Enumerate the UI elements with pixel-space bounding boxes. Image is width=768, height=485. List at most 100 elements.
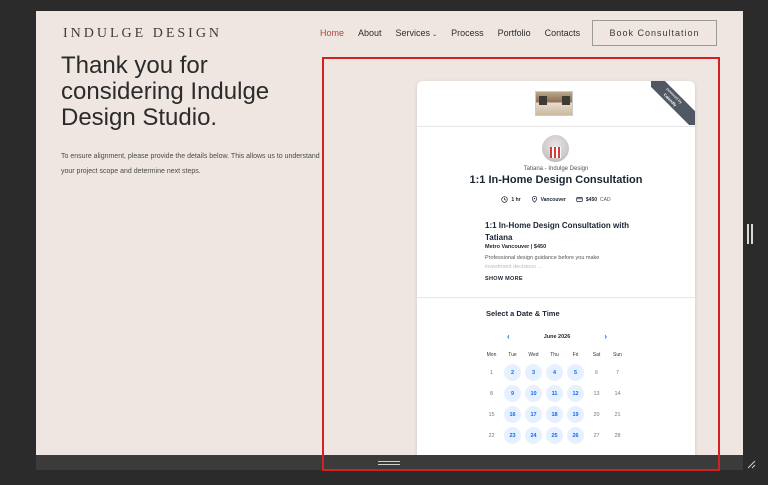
calendar-day-available[interactable]: 12	[565, 383, 586, 404]
calendar-day-available[interactable]: 4	[544, 362, 565, 383]
weekday-label: Wed	[528, 352, 539, 358]
nav-item-services[interactable]: Services ⌄	[396, 28, 438, 38]
hero-description: To ensure alignment, please provide the …	[61, 153, 320, 175]
calendar-day-number: 21	[614, 411, 621, 418]
resize-handle-bottom[interactable]	[378, 461, 400, 465]
calendar-day-available[interactable]: 24	[523, 425, 544, 446]
calendar-day: 13	[586, 383, 607, 404]
calendar-day-number: 20	[593, 411, 600, 418]
calendar-day: 14	[607, 383, 628, 404]
duration-meta: 1 hr	[501, 196, 521, 203]
calendar-day-available[interactable]: 16	[502, 404, 523, 425]
calendar-day: 15	[481, 404, 502, 425]
calendar-day-number: 1	[489, 369, 494, 376]
calendar-day: 20	[586, 404, 607, 425]
calendar-day-available[interactable]: 19	[565, 404, 586, 425]
calendar-day-available[interactable]: 5	[565, 362, 586, 383]
nav-item-portfolio[interactable]: Portfolio	[498, 28, 531, 38]
calendar-day-number: 24	[525, 427, 542, 444]
location-text: Vancouver	[540, 196, 566, 203]
nav-item-contacts[interactable]: Contacts	[545, 28, 581, 38]
site-logo[interactable]: INDULGE DESIGN	[63, 26, 222, 42]
select-date-title: Select a Date & Time	[486, 309, 560, 318]
credit-card-icon	[576, 197, 583, 202]
duration-text: 1 hr	[511, 196, 521, 203]
nav-item-about[interactable]: About	[358, 28, 382, 38]
banner-window-left	[539, 96, 547, 105]
weekday-label: Tue	[508, 352, 517, 358]
calendar-day-available[interactable]: 11	[544, 383, 565, 404]
calendar-day: 7	[607, 362, 628, 383]
avatar	[542, 135, 569, 162]
month-label: June 2026	[543, 333, 571, 340]
calendar-day-available[interactable]: 25	[544, 425, 565, 446]
calendar-day-number: 13	[593, 390, 600, 397]
calendar-day-number: 9	[504, 385, 521, 402]
calendar-day-number: 2	[504, 364, 521, 381]
calendly-booking-widget: powered by Calendly Tatiana - Indulge De…	[417, 81, 695, 455]
calendar-day: 8	[481, 383, 502, 404]
calendar-day-number: 7	[615, 369, 620, 376]
location-meta: Vancouver	[531, 196, 566, 203]
avatar-detail	[550, 147, 561, 158]
calendar-day-available[interactable]: 3	[523, 362, 544, 383]
weekday-header: Mon Tue Wed Thu Fri Sat Sun	[481, 352, 628, 358]
chevron-down-icon: ⌄	[432, 32, 438, 38]
calendar-day-available[interactable]: 9	[502, 383, 523, 404]
nav-item-process[interactable]: Process	[451, 28, 484, 38]
calendly-ribbon: powered by Calendly	[651, 81, 695, 125]
calendar-day-number: 17	[525, 406, 542, 423]
ribbon-line-2: Calendly	[662, 92, 678, 108]
divider	[417, 297, 695, 298]
calendar-day-number: 3	[525, 364, 542, 381]
calendar-day: 1	[481, 362, 502, 383]
weekday-label: Mon	[486, 352, 497, 358]
calendar-day-available[interactable]: 17	[523, 404, 544, 425]
calendar-day-number: 8	[489, 390, 494, 397]
calendar-day: 21	[607, 404, 628, 425]
calendar-day-available[interactable]: 10	[523, 383, 544, 404]
price-meta: $450 CAD	[576, 196, 611, 203]
calendar-day-number: 18	[546, 406, 563, 423]
calendar-day-available[interactable]: 2	[502, 362, 523, 383]
description-subtitle: Metro Vancouver | $450	[485, 244, 547, 250]
chevron-right-icon[interactable]: ›	[604, 332, 607, 341]
description-title: 1:1 In-Home Design Consultation with Tat…	[485, 221, 630, 242]
resize-handle-right[interactable]	[747, 224, 753, 244]
chevron-left-icon[interactable]: ‹	[507, 332, 510, 341]
calendar-day: 27	[586, 425, 607, 446]
description-fade: investment decisions ...	[485, 264, 543, 270]
show-more-link[interactable]: SHOW MORE	[485, 276, 523, 282]
event-meta: 1 hr Vancouver $450 CAD	[417, 196, 695, 203]
month-navigator: ‹ June 2026 ›	[507, 332, 607, 341]
currency-text: CAD	[600, 196, 611, 203]
studio-banner-image	[535, 91, 573, 116]
calendar-day-number: 12	[567, 385, 584, 402]
calendar-day: 22	[481, 425, 502, 446]
price-text: $450	[585, 196, 598, 203]
location-pin-icon	[531, 196, 537, 203]
calendar-day-number: 19	[567, 406, 584, 423]
calendar-day-number: 15	[488, 411, 495, 418]
calendar-day-number: 5	[567, 364, 584, 381]
book-consultation-button[interactable]: Book Consultation	[592, 20, 717, 46]
clock-icon	[501, 196, 509, 203]
calendar-day-available[interactable]: 26	[565, 425, 586, 446]
banner-window-right	[562, 96, 570, 105]
calendar-day-number: 28	[614, 432, 621, 439]
event-title: 1:1 In-Home Design Consultation	[469, 174, 643, 186]
calendar-day: 28	[607, 425, 628, 446]
resize-corner-icon[interactable]	[746, 459, 756, 469]
calendar-day-available[interactable]: 23	[502, 425, 523, 446]
calendly-badge[interactable]: powered by Calendly	[651, 81, 695, 125]
weekday-label: Sat	[592, 352, 601, 358]
calendar-day: 6	[586, 362, 607, 383]
weekday-label: Thu	[550, 352, 559, 358]
calendar-day-number: 11	[546, 385, 563, 402]
nav-item-home[interactable]: Home	[320, 28, 344, 38]
calendar-day-available[interactable]: 18	[544, 404, 565, 425]
calendar-day-number: 26	[567, 427, 584, 444]
calendar-day-number: 27	[593, 432, 600, 439]
calendar-day-number: 23	[504, 427, 521, 444]
calendar-day-number: 22	[488, 432, 495, 439]
